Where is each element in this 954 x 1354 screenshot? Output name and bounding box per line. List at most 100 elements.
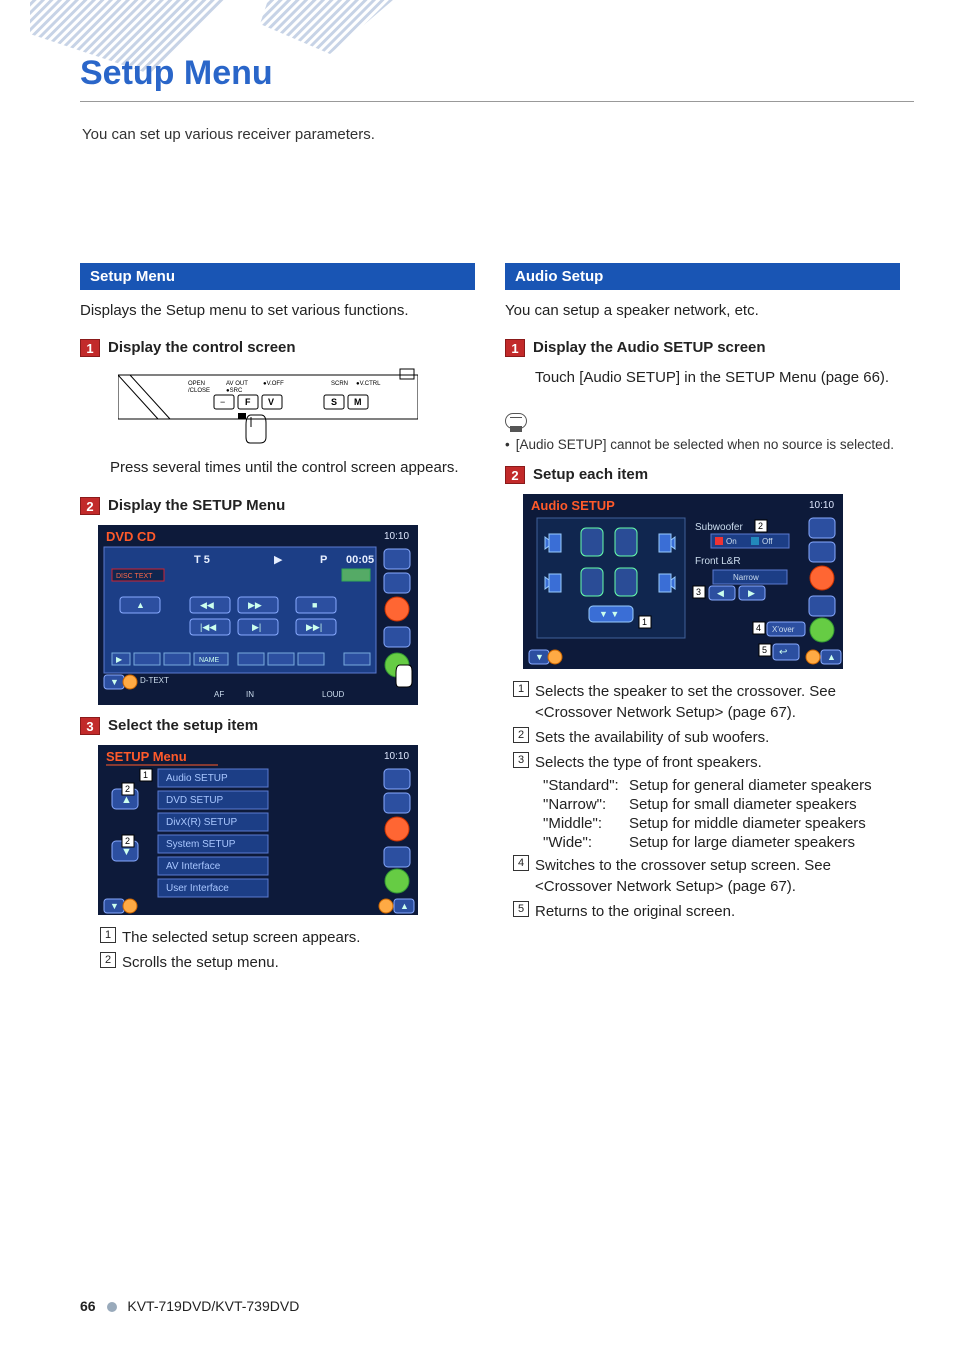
svg-text:▶: ▶ — [274, 554, 283, 566]
svg-text:10:10: 10:10 — [384, 751, 409, 762]
footer-dot-icon — [107, 1302, 117, 1312]
right-column: Audio Setup You can setup a speaker netw… — [505, 263, 900, 977]
svg-text:AV Interface: AV Interface — [166, 861, 221, 872]
section-desc: Displays the Setup menu to set various f… — [80, 300, 475, 321]
control-panel-diagram: OPEN/CLOSE AV OUT ●SRC ●V.OFF SCRN ●V.CT… — [118, 367, 475, 445]
dvd-cd-screenshot: DVD CD 10:10 T 5 ▶ P 00:05 DISC TEXT ▲ ◀… — [98, 525, 475, 705]
svg-text:●V.OFF: ●V.OFF — [263, 381, 284, 387]
note-text: •[Audio SETUP] cannot be selected when n… — [505, 437, 900, 452]
spk-val: Setup for large diameter speakers — [629, 834, 900, 851]
step1-body: Touch [Audio SETUP] in the SETUP Menu (p… — [535, 367, 900, 389]
step1-after-text: Press several times until the control sc… — [110, 457, 475, 479]
svg-text:1: 1 — [143, 770, 148, 780]
svg-text:System SETUP: System SETUP — [166, 839, 236, 850]
svg-text:LOUD: LOUD — [322, 690, 344, 699]
page-number: 66 — [80, 1298, 96, 1314]
ref-text: Selects the type of front speakers. — [535, 752, 900, 773]
spk-key: "Standard": — [543, 777, 629, 794]
svg-text:Audio SETUP: Audio SETUP — [531, 498, 615, 513]
svg-text:M: M — [354, 397, 362, 407]
svg-text:|◀◀: |◀◀ — [200, 622, 216, 632]
step-number-icon: 2 — [80, 497, 100, 515]
svg-text:▶▶: ▶▶ — [248, 600, 262, 610]
svg-text:◀◀: ◀◀ — [200, 600, 214, 610]
model-label: KVT-719DVD/KVT-739DVD — [127, 1298, 299, 1314]
ref-num-icon: 4 — [513, 855, 529, 871]
spk-val: Setup for middle diameter speakers — [629, 815, 900, 832]
svg-text:Narrow: Narrow — [733, 573, 759, 582]
speaker-type-table: "Standard":Setup for general diameter sp… — [543, 777, 900, 851]
svg-text:DivX(R) SETUP: DivX(R) SETUP — [166, 817, 237, 828]
step-3: 3 Select the setup item — [80, 717, 475, 735]
step-title: Select the setup item — [108, 717, 258, 734]
section-bar-setup-menu: Setup Menu — [80, 263, 475, 290]
step-title: Display the control screen — [108, 339, 296, 356]
svg-text:2: 2 — [125, 836, 130, 846]
spk-key: "Middle": — [543, 815, 629, 832]
step-1: 1 Display the Audio SETUP screen — [505, 339, 900, 357]
svg-text:Front L&R: Front L&R — [695, 556, 741, 567]
svg-text:◀: ◀ — [717, 588, 724, 598]
intro-text: You can set up various receiver paramete… — [82, 126, 914, 143]
svg-text:●V.CTRL: ●V.CTRL — [356, 381, 381, 387]
svg-text:▲: ▲ — [121, 794, 132, 806]
ref-num-icon: 2 — [100, 952, 116, 968]
svg-text:▼ ▼: ▼ ▼ — [599, 609, 619, 619]
step-title: Display the Audio SETUP screen — [533, 339, 766, 356]
ref-num-icon: 5 — [513, 901, 529, 917]
svg-text:4: 4 — [756, 623, 761, 633]
ref-num-icon: 2 — [513, 727, 529, 743]
svg-text:3: 3 — [696, 587, 701, 597]
title-rule — [80, 101, 914, 102]
svg-text:Audio SETUP: Audio SETUP — [166, 773, 228, 784]
spk-key: "Wide": — [543, 834, 629, 851]
svg-text:5: 5 — [762, 645, 767, 655]
step-number-icon: 2 — [505, 466, 525, 484]
step-title: Setup each item — [533, 466, 648, 483]
step-2: 2 Display the SETUP Menu — [80, 497, 475, 515]
svg-text:OPEN: OPEN — [188, 381, 205, 387]
svg-text:▶▶|: ▶▶| — [306, 622, 322, 632]
ref-text: Sets the availability of sub woofers. — [535, 727, 900, 748]
svg-text:▼: ▼ — [110, 677, 119, 687]
ref-text: Switches to the crossover setup screen. … — [535, 855, 900, 897]
audio-setup-screenshot: Audio SETUP 10:10 ▼ ▼ 1 — [523, 494, 900, 669]
svg-text:T 5: T 5 — [194, 554, 210, 566]
step-number-icon: 1 — [505, 339, 525, 357]
svg-text:AV OUT: AV OUT — [226, 381, 248, 387]
ref-num-icon: 3 — [513, 752, 529, 768]
left-column: Setup Menu Displays the Setup menu to se… — [80, 263, 475, 977]
svg-text:−: − — [220, 397, 225, 407]
note-icon — [505, 413, 527, 429]
svg-text:P: P — [320, 554, 327, 566]
svg-text:▼: ▼ — [535, 652, 544, 662]
svg-text:▲: ▲ — [400, 901, 409, 911]
svg-text:00:05: 00:05 — [346, 554, 374, 566]
svg-text:S: S — [331, 397, 337, 407]
ref-num-icon: 1 — [513, 681, 529, 697]
svg-text:↩: ↩ — [779, 647, 787, 658]
svg-text:▼: ▼ — [110, 901, 119, 911]
page-title: Setup Menu — [80, 54, 914, 93]
svg-text:DVD SETUP: DVD SETUP — [166, 795, 224, 806]
svg-text:On: On — [726, 537, 737, 546]
spk-key: "Narrow": — [543, 796, 629, 813]
left-ref-list: 1The selected setup screen appears. 2Scr… — [100, 927, 475, 973]
page-footer: 66 KVT-719DVD/KVT-739DVD — [80, 1298, 299, 1314]
svg-text:SCRN: SCRN — [331, 381, 348, 387]
step-number-icon: 3 — [80, 717, 100, 735]
svg-text:X'over: X'over — [772, 625, 795, 634]
svg-text:V: V — [268, 397, 274, 407]
svg-text:2: 2 — [758, 521, 763, 531]
ref-text: The selected setup screen appears. — [122, 927, 475, 948]
svg-text:▼: ▼ — [121, 846, 132, 858]
svg-text:AF: AF — [214, 690, 224, 699]
ref-text: Selects the speaker to set the crossover… — [535, 681, 900, 723]
svg-text:SETUP Menu: SETUP Menu — [106, 749, 187, 764]
section-bar-audio-setup: Audio Setup — [505, 263, 900, 290]
ref-text: Returns to the original screen. — [535, 901, 900, 922]
svg-text:User Interface: User Interface — [166, 883, 229, 894]
section-desc: You can setup a speaker network, etc. — [505, 300, 900, 321]
svg-text:2: 2 — [125, 784, 130, 794]
step-1: 1 Display the control screen — [80, 339, 475, 357]
